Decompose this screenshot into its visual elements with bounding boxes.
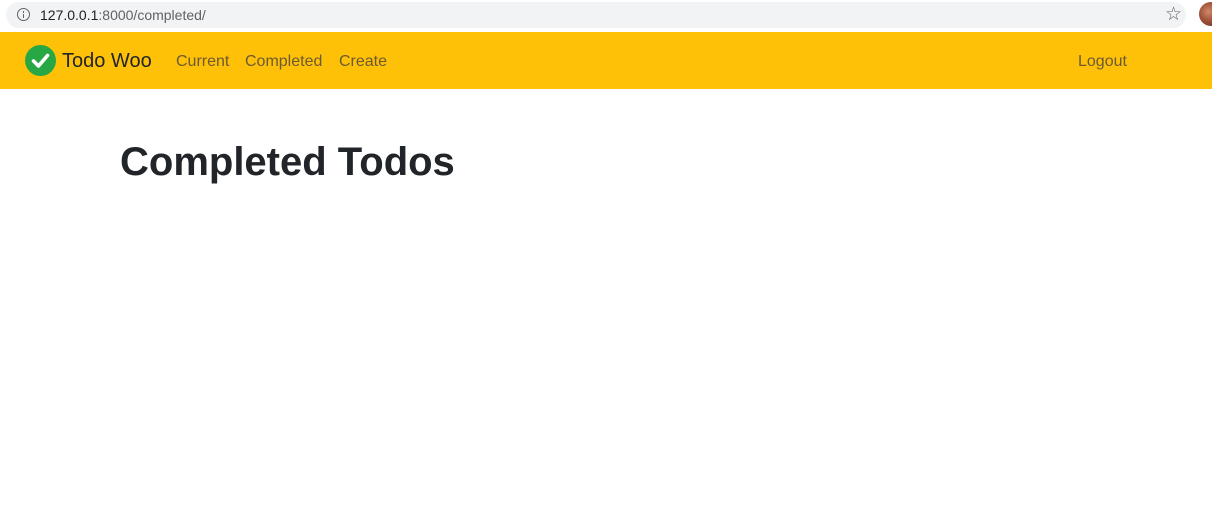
info-icon[interactable] (17, 8, 30, 21)
brand-name[interactable]: Todo Woo (62, 49, 152, 73)
browser-toolbar: 127.0.0.1:8000/completed/ ☆ (0, 0, 1212, 32)
logout-link[interactable]: Logout (1078, 52, 1127, 72)
check-circle-icon[interactable] (25, 45, 56, 76)
nav-link-completed[interactable]: Completed (245, 52, 322, 72)
url-text[interactable]: 127.0.0.1:8000/completed/ (40, 7, 206, 23)
nav-link-create[interactable]: Create (339, 52, 387, 72)
url-path: :8000/completed/ (98, 7, 206, 23)
url-host: 127.0.0.1 (40, 7, 99, 23)
star-icon[interactable]: ☆ (1165, 4, 1182, 26)
profile-avatar[interactable] (1199, 2, 1212, 26)
navbar: Todo Woo Current Completed Create Logout (0, 32, 1212, 89)
address-bar[interactable]: 127.0.0.1:8000/completed/ ☆ (6, 2, 1186, 28)
page-title: Completed Todos (120, 140, 455, 184)
nav-link-current[interactable]: Current (176, 52, 229, 72)
